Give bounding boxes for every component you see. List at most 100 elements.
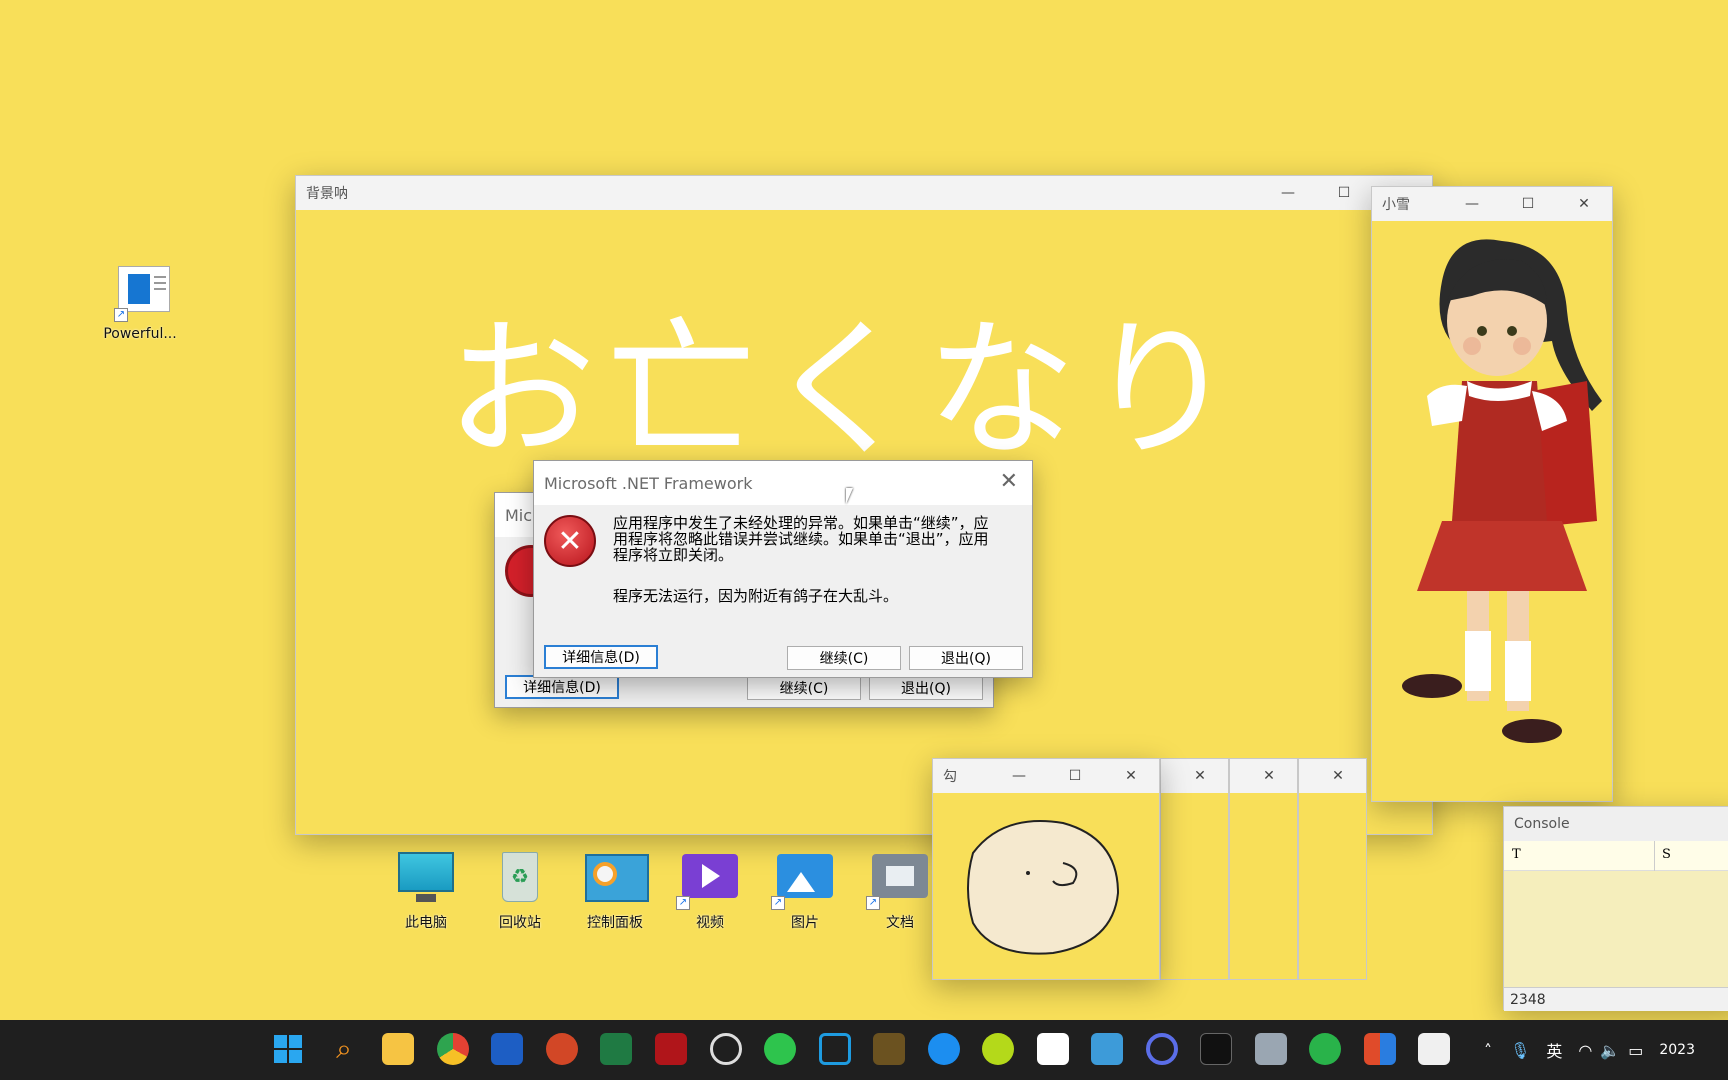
minimize-icon[interactable]: — <box>1444 187 1500 221</box>
continue-button[interactable]: 继续(C) <box>747 676 861 700</box>
close-icon[interactable]: ✕ <box>1556 187 1612 221</box>
microphone-icon[interactable]: 🎙 <box>1510 1041 1530 1060</box>
window-title: Console <box>1514 816 1570 832</box>
details-button[interactable]: 详细信息(D) <box>544 645 658 669</box>
desktop-icon-label: 控制面板 <box>587 915 643 931</box>
desktop-icon-documents[interactable]: ↗ 文档 <box>855 852 945 932</box>
error-dialog[interactable]: Microsoft .NET Framework ✕ ✕ 应用程序中发生了未经处… <box>533 460 1033 678</box>
recycle-bin-icon: ♻ <box>490 852 550 906</box>
console-status-value: 2348 <box>1510 992 1546 1008</box>
active-app-icon[interactable] <box>1418 1033 1450 1065</box>
start-windows-icon[interactable] <box>272 1033 304 1065</box>
taskbar: ⌕ ˄ 🎙 英 ◠ 🔈 ▭ 2023 <box>0 1020 1728 1080</box>
console-column-s: S <box>1662 847 1671 862</box>
volume-icon[interactable]: 🔈 <box>1600 1041 1620 1060</box>
desktop-icon-label: 回收站 <box>499 915 541 931</box>
big-text: お亡くなり <box>446 304 1247 478</box>
desktop-icon-label: 文档 <box>886 915 914 931</box>
dialog-title: Microsoft .NET Framework <box>544 473 753 493</box>
file-explorer-icon[interactable] <box>382 1033 414 1065</box>
close-icon[interactable]: ✕ <box>1310 759 1366 793</box>
dialog-detail: 程序无法运行，因为附近有鸽子在大乱斗。 <box>613 587 899 605</box>
powerpoint-icon[interactable] <box>546 1033 578 1065</box>
close-icon[interactable]: ✕ <box>1241 759 1297 793</box>
window-titlebar[interactable]: 勾 — ☐ ✕ <box>933 759 1159 793</box>
ime-indicator[interactable]: 英 <box>1546 1038 1562 1062</box>
chrome-icon[interactable] <box>437 1033 469 1065</box>
quit-button[interactable]: 退出(Q) <box>909 646 1023 670</box>
dialog-title: Mic <box>505 505 533 525</box>
close-icon[interactable]: ✕ <box>1103 759 1159 793</box>
shortcut-arrow-icon: ↗ <box>866 896 880 910</box>
hamster-illustration <box>967 820 1120 955</box>
girl-character-illustration <box>1402 239 1602 743</box>
desktop-icon-control-panel[interactable]: 控制面板 <box>570 852 660 932</box>
shortcut-arrow-icon: ↗ <box>114 308 128 322</box>
maximize-icon[interactable]: ☐ <box>1047 759 1103 793</box>
window-titlebar[interactable]: 背景呐 — ☐ <box>296 176 1432 210</box>
wechat-icon[interactable] <box>764 1033 796 1065</box>
excel-icon[interactable] <box>600 1033 632 1065</box>
desktop-icon-recycle-bin[interactable]: ♻ 回收站 <box>475 852 565 932</box>
document-icon: ↗ <box>110 266 170 322</box>
app-star-icon[interactable] <box>928 1033 960 1065</box>
window-titlebar[interactable]: 小雪 — ☐ ✕ <box>1372 187 1612 221</box>
close-icon[interactable]: ✕ <box>1000 469 1018 494</box>
clock[interactable]: 2023 <box>1659 1042 1695 1058</box>
hamster-window-2[interactable]: ✕ <box>1160 758 1229 980</box>
girl-window[interactable]: 小雪 — ☐ ✕ <box>1371 186 1613 802</box>
video-folder-icon: ↗ <box>676 852 740 910</box>
notepad-icon[interactable] <box>1091 1033 1123 1065</box>
documents-folder-icon: ↗ <box>866 852 930 910</box>
desktop-icon-this-pc[interactable]: 此电脑 <box>381 852 471 932</box>
chevron-up-icon[interactable]: ˄ <box>1484 1041 1492 1060</box>
pictures-folder-icon: ↗ <box>771 852 835 910</box>
maximize-icon[interactable]: ☐ <box>1316 176 1372 210</box>
error-icon: ✕ <box>544 515 596 567</box>
desktop-icon-label: 此电脑 <box>405 915 447 931</box>
monitor-icon <box>396 852 456 906</box>
window-title: 背景呐 <box>306 186 348 202</box>
game-icon[interactable] <box>873 1033 905 1065</box>
pdf-reader-icon[interactable] <box>655 1033 687 1065</box>
search-icon[interactable]: ⌕ <box>328 1033 360 1065</box>
desktop-icon-label: 视频 <box>696 915 724 931</box>
browser-icon[interactable] <box>1146 1033 1178 1065</box>
calculator-icon[interactable] <box>1255 1033 1287 1065</box>
wifi-icon[interactable]: ◠ <box>1578 1041 1592 1060</box>
dialog-message: 应用程序中发生了未经处理的异常。如果单击“继续”，应用程序将忽略此错误并尝试继续… <box>613 514 989 564</box>
continue-button[interactable]: 继续(C) <box>787 646 901 670</box>
close-icon[interactable]: ✕ <box>1172 759 1228 793</box>
battery-icon[interactable]: ▭ <box>1628 1041 1643 1060</box>
hamster-window[interactable]: 勾 — ☐ ✕ <box>932 758 1160 980</box>
window-title: 小雪 <box>1382 197 1410 213</box>
minimize-icon[interactable]: — <box>991 759 1047 793</box>
minimize-icon[interactable]: — <box>1260 176 1316 210</box>
quit-button[interactable]: 退出(Q) <box>869 676 983 700</box>
terminal-icon[interactable] <box>1200 1033 1232 1065</box>
notion-icon[interactable] <box>1309 1033 1341 1065</box>
hamster-window-4[interactable]: ✕ <box>1298 758 1367 980</box>
console-column-t: T <box>1512 847 1521 862</box>
details-button[interactable]: 详细信息(D) <box>505 675 619 699</box>
hamster-window-3[interactable]: ✕ <box>1229 758 1298 980</box>
shortcut-arrow-icon: ↗ <box>676 896 690 910</box>
word-icon[interactable] <box>491 1033 523 1065</box>
shortcut-arrow-icon: ↗ <box>771 896 785 910</box>
console-window[interactable]: Console T S 2348 <box>1503 806 1728 1011</box>
obs-icon[interactable] <box>710 1033 742 1065</box>
app-icon[interactable] <box>819 1033 851 1065</box>
desktop-icon-label: 图片 <box>791 915 819 931</box>
capcut-icon[interactable] <box>1037 1033 1069 1065</box>
maximize-icon[interactable]: ☐ <box>1500 187 1556 221</box>
window-title: 勾 <box>943 769 957 785</box>
system-tray: ˄ 🎙 英 ◠ 🔈 ▭ 2023 <box>1484 1020 1695 1080</box>
desktop-icon-videos[interactable]: ↗ 视频 <box>665 852 755 932</box>
control-panel-icon <box>585 852 649 906</box>
desktop-icon-pictures[interactable]: ↗ 图片 <box>760 852 850 932</box>
music-icon[interactable] <box>982 1033 1014 1065</box>
desktop-icon-powerful[interactable]: ↗ Powerful... <box>95 266 185 342</box>
desktop-icon-label: Powerful... <box>103 326 177 342</box>
app-tiles-icon[interactable] <box>1364 1033 1396 1065</box>
mouse-cursor-icon <box>846 488 853 504</box>
